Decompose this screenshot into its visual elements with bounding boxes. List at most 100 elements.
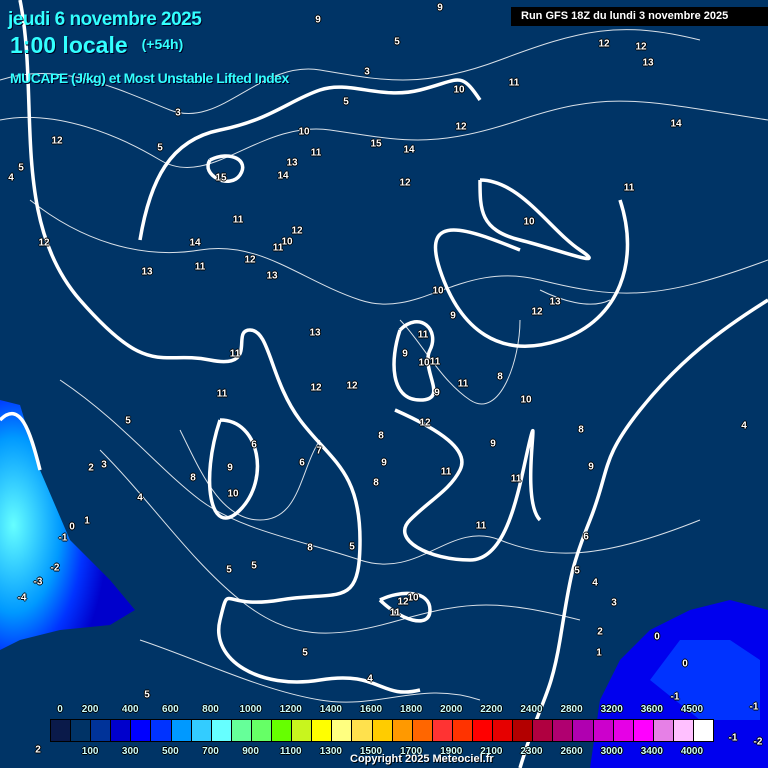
contour-label: 3 [364, 66, 370, 78]
contour-label: 3 [101, 459, 107, 471]
contour-label: 8 [378, 430, 384, 442]
contour-label: 11 [417, 329, 429, 341]
contour-label: 14 [277, 170, 289, 182]
contour-label: 11 [475, 520, 487, 532]
legend-swatch [251, 720, 273, 741]
contour-label: 10 [298, 126, 310, 138]
legend-top-label: 1600 [359, 704, 383, 715]
contour-label: -4 [17, 592, 27, 604]
contour-label: 5 [144, 689, 150, 701]
contour-label: 5 [349, 541, 355, 553]
legend-top-label: 2800 [560, 704, 583, 715]
contour-label: -1 [749, 701, 759, 713]
legend-swatch [493, 720, 514, 741]
contour-label: 4 [8, 172, 14, 184]
contour-label: 11 [429, 356, 441, 368]
contour-label: 9 [437, 2, 443, 14]
legend-swatch [131, 720, 152, 741]
contour-label: 11 [457, 378, 469, 390]
contour-label: 2 [88, 462, 94, 474]
contour-label: 10 [432, 285, 444, 297]
contour-label: 13 [286, 157, 298, 169]
contour-label: 13 [549, 296, 561, 308]
legend-swatch [191, 720, 212, 741]
legend-bottom-label: 500 [162, 746, 179, 757]
weather-map: 9 9 5 12 12 13 3 10 11 5 3 12 5 10 11 13 15 14 12 14 5 4 15 14 1… [0, 0, 768, 768]
contour-label: 15 [215, 172, 227, 184]
contour-label: 10 [407, 592, 419, 604]
legend-swatch [633, 720, 654, 741]
legend-top-label: 2400 [520, 704, 543, 715]
legend-bottom-label: 300 [121, 746, 139, 757]
legend-swatch [432, 720, 453, 741]
contour-label: 12 [598, 38, 610, 50]
contour-label: 13 [141, 266, 153, 278]
contour-label: 3 [611, 597, 617, 609]
contour-label: 5 [394, 36, 400, 48]
legend-top-label: 1400 [319, 704, 342, 715]
contour-label: 5 [157, 142, 163, 154]
contour-label: 11 [508, 77, 520, 89]
legend-swatch [151, 720, 172, 741]
contour-label: 14 [189, 237, 201, 249]
legend-swatch [593, 720, 614, 741]
legend-swatch [452, 720, 473, 741]
contour-label: 12 [455, 121, 467, 133]
contour-label: 10 [227, 488, 239, 500]
legend-swatch [312, 720, 333, 741]
legend-swatch [392, 720, 413, 741]
contour-label: 2 [597, 626, 603, 638]
contour-label: 6 [583, 531, 589, 543]
contour-label: 4 [592, 577, 598, 589]
contour-label: 12 [346, 380, 358, 392]
contour-label: 5 [343, 96, 349, 108]
legend-swatch [673, 720, 694, 741]
legend-swatch [231, 720, 252, 741]
legend-top-label: 800 [202, 704, 219, 715]
contour-label: -1 [58, 532, 68, 544]
legend-swatch [292, 720, 313, 741]
contour-label: 11 [623, 182, 635, 194]
contour-label: 1 [84, 515, 90, 527]
contour-label: 12 [635, 41, 647, 53]
cape-area-southwest [0, 400, 135, 650]
legend-swatch [91, 720, 112, 741]
contour-label: 12 [244, 254, 256, 266]
contour-label: 9 [450, 310, 456, 322]
contour-label: 13 [642, 57, 654, 69]
contour-label: 9 [402, 348, 408, 360]
contour-label: 8 [497, 371, 503, 383]
contour-label: 6 [299, 457, 305, 469]
contour-label: 12 [399, 177, 411, 189]
legend-top-label: 1000 [239, 704, 262, 715]
contour-label: 9 [227, 462, 233, 474]
contour-label: 13 [266, 270, 278, 282]
legend-swatch [332, 720, 353, 741]
contour-label: 5 [574, 565, 580, 577]
contour-label: 10 [523, 216, 535, 228]
legend-bottom-label: 4000 [680, 746, 704, 757]
legend-bottom-label: 900 [242, 746, 259, 757]
legend-swatch [613, 720, 634, 741]
contour-label: 5 [18, 162, 24, 174]
run-info: Run GFS 18Z du lundi 3 novembre 2025 [511, 7, 768, 26]
legend-bottom-label: 3400 [640, 746, 663, 757]
contour-label: 0 [654, 631, 660, 643]
contour-label: 9 [588, 461, 594, 473]
contour-label: 4 [741, 420, 747, 432]
contour-label: 8 [373, 477, 379, 489]
legend-bottom-label: 3000 [600, 746, 623, 757]
legend-bottom-label: 2300 [520, 746, 543, 757]
legend-swatch [694, 720, 714, 741]
legend-swatch [412, 720, 433, 741]
contour-label: 5 [251, 560, 257, 572]
legend-top-label: 2200 [480, 704, 503, 715]
legend-swatch [573, 720, 594, 741]
legend-top-label: 1800 [399, 704, 423, 715]
contour-layer [0, 0, 768, 768]
contour-label: 10 [520, 394, 532, 406]
contour-label: 5 [125, 415, 131, 427]
legend-top-label: 4500 [680, 704, 704, 715]
contour-label: 8 [307, 542, 313, 554]
legend-swatch [352, 720, 373, 741]
